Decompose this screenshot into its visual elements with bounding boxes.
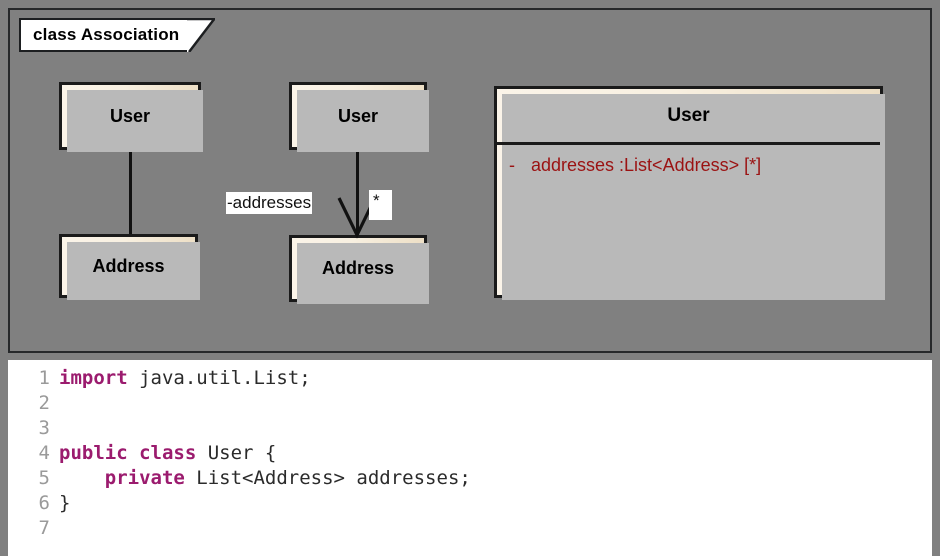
tab-slant-edge xyxy=(187,18,216,52)
class-name-label: Address xyxy=(92,255,165,276)
class-name-label: Address xyxy=(321,258,395,278)
code-line[interactable]: 4 public class User { xyxy=(8,441,932,466)
code-line[interactable]: 7 xyxy=(8,516,932,541)
code-keyword: private xyxy=(104,467,185,489)
class-attributes-compartment: - addresses :List<Address> [*] xyxy=(497,145,880,176)
code-line[interactable]: 5 private List<Address> addresses; xyxy=(8,466,932,491)
attribute-visibility: - xyxy=(509,155,515,175)
uml-diagram-panel[interactable]: class Association User Address User -add… xyxy=(8,8,932,353)
line-number: 4 xyxy=(38,442,50,464)
line-number: 6 xyxy=(38,492,50,514)
class-name-label: User xyxy=(109,105,151,126)
line-number: 1 xyxy=(38,367,50,389)
code-keyword: public class xyxy=(59,442,197,464)
line-number: 7 xyxy=(38,517,50,539)
attribute-signature: addresses :List<Address> [*] xyxy=(531,155,762,175)
application-window: class Association User Address User -add… xyxy=(0,0,940,556)
line-number: 5 xyxy=(38,467,50,489)
association-multiplicity-label: * xyxy=(369,190,392,220)
code-keyword: import xyxy=(59,367,128,389)
code-text: } xyxy=(59,491,70,516)
code-line[interactable]: 3 xyxy=(8,416,932,441)
code-plain: User { xyxy=(196,442,277,464)
class-box-address-2[interactable]: Address xyxy=(289,235,429,304)
code-text: public class User { xyxy=(59,441,276,466)
code-plain: List<Address> addresses; xyxy=(184,467,471,489)
code-line[interactable]: 2 xyxy=(8,391,932,416)
code-line[interactable]: 6} xyxy=(8,491,932,516)
class-name-label: User xyxy=(497,89,880,145)
code-line[interactable]: 1 import java.util.List; xyxy=(8,366,932,391)
class-box-user-attributes[interactable]: User - addresses :List<Address> [*] xyxy=(494,86,885,300)
association-line-plain xyxy=(129,150,132,234)
code-plain: java.util.List; xyxy=(127,367,311,389)
code-plain xyxy=(59,467,105,489)
class-name-label: User xyxy=(337,105,379,126)
association-role-label: -addresses xyxy=(226,192,313,214)
code-text: private List<Address> addresses; xyxy=(59,466,471,491)
line-number: 2 xyxy=(38,392,50,414)
java-code-editor[interactable]: 1 import java.util.List; 2 3 4 public class U… xyxy=(8,360,932,556)
class-attribute-row: - addresses :List<Address> [*] xyxy=(497,155,880,176)
class-box-user-2[interactable]: User xyxy=(289,82,429,152)
diagram-title-label: class Association xyxy=(33,25,180,44)
diagram-title-tab[interactable]: class Association xyxy=(19,18,216,52)
code-line-list: 1 import java.util.List; 2 3 4 public class U… xyxy=(8,360,932,541)
class-box-user-1[interactable]: User xyxy=(59,82,203,152)
class-box-address-1[interactable]: Address xyxy=(59,234,200,300)
code-text: import java.util.List; xyxy=(59,366,311,391)
code-plain: } xyxy=(59,492,71,514)
line-number: 3 xyxy=(38,417,50,439)
